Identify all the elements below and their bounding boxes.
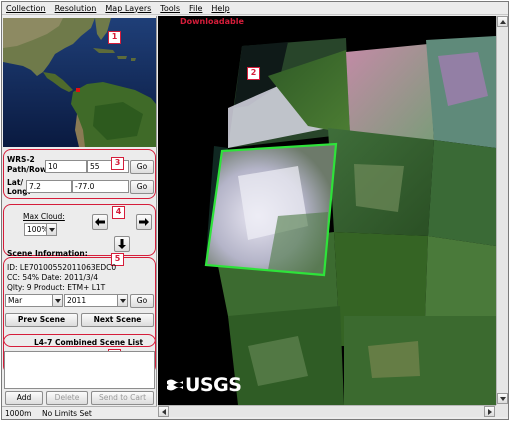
menu-collection[interactable]: Collection [6, 4, 46, 13]
scene-info-title: Scene Information: [7, 249, 88, 258]
selected-scene [204, 142, 338, 277]
year-value: 2011 [67, 296, 87, 305]
path-field[interactable]: 10 [45, 160, 87, 173]
usgs-logo: USGS [167, 374, 242, 396]
arrow-down-icon [118, 239, 126, 249]
chevron-down-icon [46, 224, 56, 235]
menu-file[interactable]: File [189, 4, 202, 13]
next-scene-button[interactable]: Next Scene [81, 313, 154, 327]
callout-badge-1: 1 [108, 31, 121, 44]
scroll-left-arrow[interactable] [158, 406, 169, 417]
downloadable-label: Downloadable [180, 17, 244, 26]
go-path-row-button[interactable]: Go [130, 160, 154, 174]
lat-label: Lat/ [7, 178, 24, 187]
callout-badge-4: 4 [112, 206, 125, 219]
menubar: Collection Resolution Map Layers Tools F… [2, 2, 508, 15]
menu-tools[interactable]: Tools [160, 4, 180, 13]
path-row-label: Path/Row: [7, 165, 50, 174]
glovis-window: Collection Resolution Map Layers Tools F… [1, 1, 509, 420]
prev-scene-button[interactable]: Prev Scene [5, 313, 78, 327]
scroll-left-button[interactable] [92, 214, 108, 230]
triangle-down-icon [499, 396, 506, 401]
go-date-button[interactable]: Go [130, 294, 154, 308]
overview-map[interactable]: 1 [3, 18, 156, 147]
status-bar: 1000m No Limits Set [2, 406, 157, 419]
menu-help[interactable]: Help [211, 4, 229, 13]
year-select[interactable]: 2011 [64, 294, 128, 307]
menu-resolution[interactable]: Resolution [55, 4, 97, 13]
chevron-down-icon [52, 295, 62, 306]
scene-id-line: ID: LE70100552011063EDC0 [7, 263, 117, 272]
triangle-right-icon [487, 408, 492, 415]
triangle-up-icon [499, 19, 506, 24]
month-value: Mar [8, 296, 23, 305]
control-panel: 1 WRS-2 Path/Row: 10 55 Go 3 Lat/ Long: … [2, 16, 157, 419]
vertical-scrollbar[interactable] [496, 16, 508, 405]
chevron-down-icon [117, 295, 127, 306]
max-cloud-label: Max Cloud: [23, 212, 65, 221]
scroll-down-button[interactable] [114, 236, 130, 252]
scene-cc-line: CC: 54% Date: 2011/3/4 [7, 273, 98, 282]
arrow-left-icon [95, 218, 105, 226]
resolution-status: 1000m [5, 409, 32, 418]
triangle-left-icon [161, 408, 166, 415]
limits-status: No Limits Set [42, 409, 92, 418]
send-to-cart-button[interactable]: Send to Cart [91, 391, 154, 405]
scene-list[interactable] [4, 351, 155, 389]
month-select[interactable]: Mar [5, 294, 63, 307]
add-scene-button[interactable]: Add [5, 391, 43, 405]
scene-quality-line: Qlty: 9 Product: ETM+ L1T [7, 283, 106, 292]
menu-map-layers[interactable]: Map Layers [105, 4, 151, 13]
overview-map-image [3, 18, 156, 147]
scroll-right-arrow[interactable] [484, 406, 495, 417]
wrs-title: WRS-2 [7, 155, 35, 164]
scene-list-title: L4-7 Combined Scene List [34, 338, 144, 347]
latitude-field[interactable]: 7.2 [26, 180, 72, 193]
longitude-field[interactable]: -77.0 [72, 180, 129, 193]
scroll-up-arrow[interactable] [497, 16, 508, 27]
go-lat-long-button[interactable]: Go [130, 180, 154, 194]
map-view[interactable]: Downloadable 2 USGS [158, 16, 496, 405]
delete-scene-button[interactable]: Delete [46, 391, 88, 405]
arrow-right-icon [139, 218, 149, 226]
usgs-wave-icon [167, 379, 183, 391]
callout-badge-3: 3 [111, 157, 124, 170]
scroll-down-arrow[interactable] [497, 393, 508, 404]
usgs-logo-text: USGS [185, 374, 242, 396]
callout-badge-2: 2 [247, 67, 260, 80]
horizontal-scrollbar[interactable] [158, 405, 496, 417]
satellite-scene-mosaic [158, 16, 496, 405]
scrollbar-corner [496, 405, 508, 417]
scroll-right-button[interactable] [136, 214, 152, 230]
max-cloud-select[interactable]: 100% [24, 223, 57, 236]
